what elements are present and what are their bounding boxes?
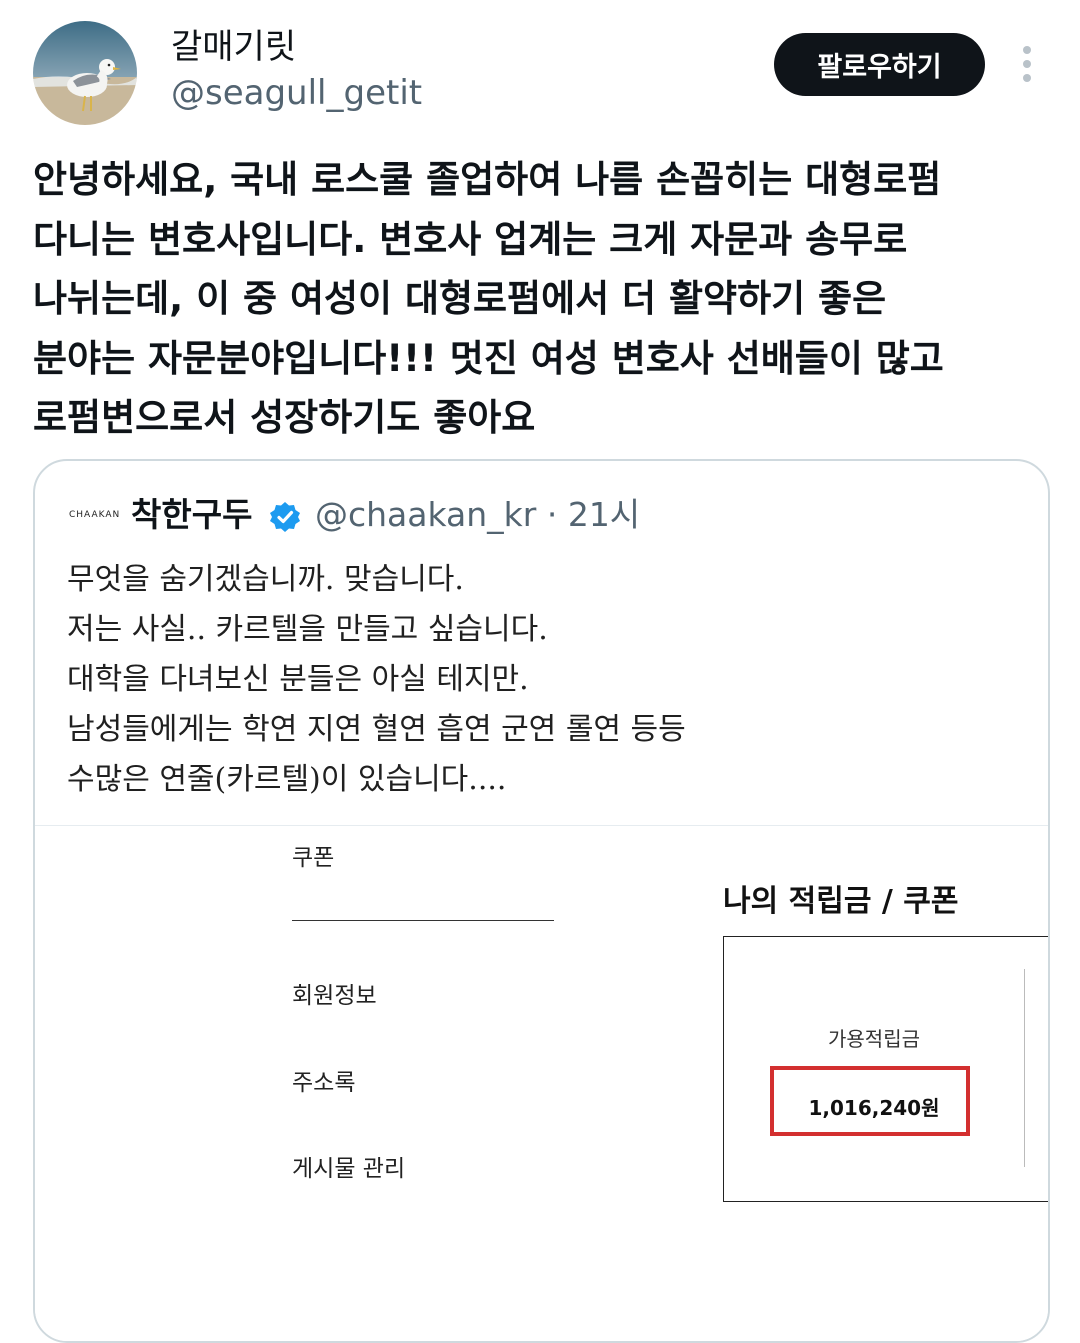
quoted-line: 대학을 다녀보신 분들은 아실 테지만. [67,662,529,697]
follow-button[interactable]: 팔로우하기 [774,33,985,96]
available-points-value: 1,016,240원 [808,1096,940,1120]
quoted-tweet-text: 무엇을 숨기겠습니까. 맞습니다. 저는 사실.. 카르텔을 만들고 싶습니다.… [67,555,686,805]
points-box: 가용적립금 1,016,240원 [723,936,1048,1202]
more-vertical-icon[interactable] [1016,44,1038,84]
attached-screenshot[interactable]: 쿠폰 회원정보 주소록 게시물 관리 나의 적립금 / 쿠폰 가용적립금 1,0… [35,825,1048,1341]
tweet-line: 다니는 변호사입니다. 변호사 업계는 크게 자문과 송무로 [33,217,908,261]
quoted-avatar-logo[interactable]: CHAAKAN [69,510,120,520]
menu-item-posts: 게시물 관리 [292,1156,406,1182]
points-title: 나의 적립금 / 쿠폰 [723,884,959,919]
tweet-line: 안녕하세요, 국내 로스쿨 졸업하여 나름 손꼽히는 대형로펌 [33,158,942,201]
author-name[interactable]: 갈매기릿 [171,25,296,69]
menu-divider [292,920,554,921]
quoted-line: 수많은 연줄(카르텔)이 있습니다.... [67,762,507,797]
quoted-tweet-card[interactable]: CHAAKAN 착한구두 @chaakan_kr · 21시 무엇을 숨기겠습니… [33,459,1050,1343]
avatar[interactable] [33,21,137,125]
quoted-author-name[interactable]: 착한구두 [131,494,252,536]
menu-item-address-book: 주소록 [292,1070,356,1096]
quoted-line: 저는 사실.. 카르텔을 만들고 싶습니다. [67,612,548,647]
quoted-handle-time[interactable]: @chaakan_kr · 21시 [315,494,640,536]
quoted-line: 무엇을 숨기겠습니까. 맞습니다. [67,562,464,597]
tweet-line: 로펌변으로서 성장하기도 좋아요 [33,396,536,439]
quoted-line: 남성들에게는 학연 지연 혈연 흡연 군연 롤연 등등 [67,712,686,747]
menu-item-member-info: 회원정보 [292,983,377,1009]
available-points-label: 가용적립금 [828,1027,920,1051]
tweet-line: 나뉘는데, 이 중 여성이 대형로펌에서 더 활약하기 좋은 [33,277,887,320]
tweet-text: 안녕하세요, 국내 로스쿨 졸업하여 나름 손꼽히는 대형로펌 다니는 변호사입… [33,150,1053,448]
points-divider [1024,969,1025,1167]
menu-item-coupon: 쿠폰 [292,845,335,871]
author-handle[interactable]: @seagull_getit [171,71,422,115]
seagull-avatar-image [33,21,137,125]
verified-badge-icon [268,500,302,534]
tweet-line: 분야는 자문분야입니다!!! 멋진 여성 변호사 선배들이 많고 [33,336,944,380]
